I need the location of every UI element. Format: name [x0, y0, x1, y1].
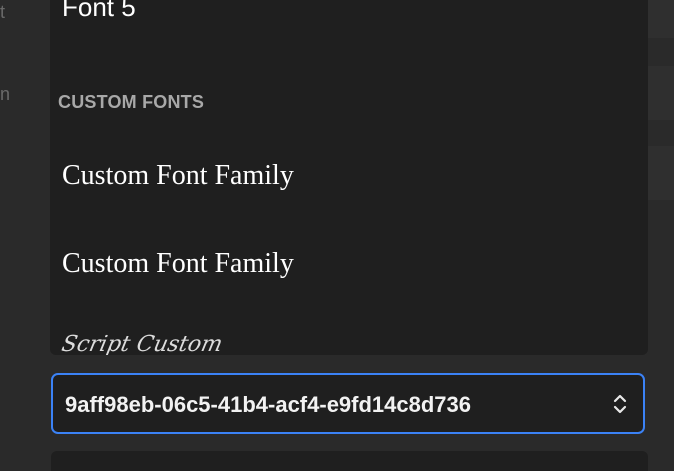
- font-select[interactable]: 9aff98eb-06c5-41b4-acf4-e9fd14c8d736: [51, 373, 645, 434]
- font-dropdown-list[interactable]: Font 5 CUSTOM FONTS Custom Font Family C…: [50, 0, 648, 355]
- dropdown-option-custom-font-family[interactable]: Custom Font Family: [62, 160, 294, 192]
- background-label-fragment: t: [0, 2, 6, 22]
- group-label-custom-fonts: CUSTOM FONTS: [58, 92, 205, 112]
- chevron-up-down-icon: [613, 394, 627, 414]
- dropdown-option-script-custom[interactable]: Script Custom: [59, 332, 224, 355]
- background-field: [645, 146, 674, 200]
- background-field: [645, 0, 674, 38]
- next-field[interactable]: [51, 451, 648, 471]
- background-label-fragment: n: [0, 84, 11, 104]
- dropdown-option-custom-font-family[interactable]: Custom Font Family: [62, 248, 294, 280]
- select-value: 9aff98eb-06c5-41b4-acf4-e9fd14c8d736: [65, 392, 472, 417]
- background-field: [645, 66, 674, 120]
- dropdown-option-font-5[interactable]: Font 5: [62, 0, 136, 23]
